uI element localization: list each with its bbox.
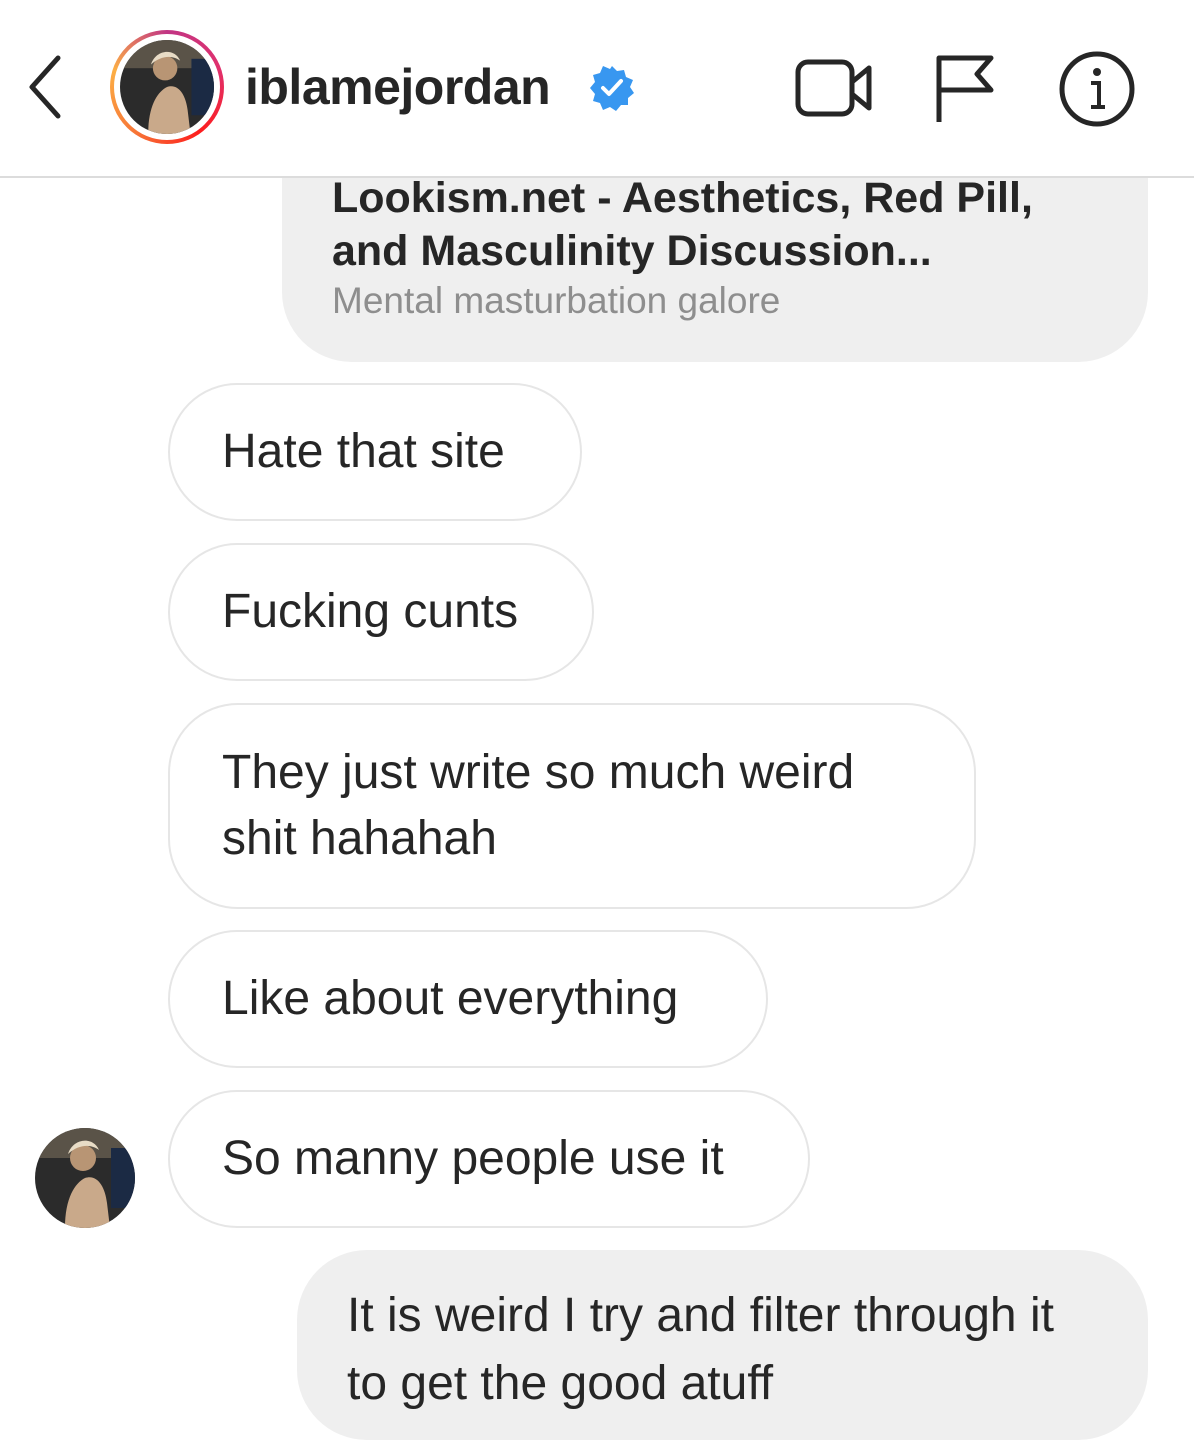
profile-photo-icon	[120, 40, 214, 134]
video-call-icon	[795, 59, 872, 117]
message-bubble-received[interactable]: Fucking cunts	[168, 543, 594, 681]
message-text: So manny people use it	[222, 1132, 724, 1185]
profile-avatar[interactable]	[110, 30, 224, 144]
message-bubble-received[interactable]: So manny people use it	[168, 1090, 810, 1228]
message-text: It is weird I try and filter through it …	[347, 1289, 1054, 1410]
profile-photo-icon	[35, 1128, 135, 1228]
verified-badge-icon	[588, 64, 636, 112]
message-text: Fucking cunts	[222, 585, 519, 638]
flag-icon	[936, 55, 994, 122]
message-text: Hate that site	[222, 425, 505, 478]
message-text: Like about everything	[222, 972, 679, 1025]
message-bubble-received[interactable]: They just write so much weird shit hahah…	[168, 703, 976, 909]
link-preview-title: Lookism.net - Aesthetics, Red Pill, and …	[332, 174, 1033, 275]
chat-header: iblamejordan	[0, 0, 1194, 178]
back-button[interactable]	[22, 52, 72, 122]
message-thread[interactable]: Lookism.net - Aesthetics, Red Pill, and …	[0, 0, 1194, 1440]
message-text: They just write so much weird shit hahah…	[222, 746, 855, 865]
message-bubble-sent[interactable]: It is weird I try and filter through it …	[297, 1250, 1148, 1440]
info-button[interactable]	[1058, 50, 1136, 128]
message-bubble-received[interactable]: Hate that site	[168, 383, 582, 521]
message-bubble-received[interactable]: Like about everything	[168, 930, 768, 1068]
video-call-button[interactable]	[795, 56, 875, 120]
report-button[interactable]	[933, 54, 997, 124]
info-icon	[1059, 51, 1135, 127]
username[interactable]: iblamejordan	[245, 58, 551, 116]
sender-avatar[interactable]	[35, 1128, 135, 1228]
link-preview-subtitle: Mental masturbation galore	[332, 280, 781, 321]
chevron-left-icon	[29, 55, 61, 119]
